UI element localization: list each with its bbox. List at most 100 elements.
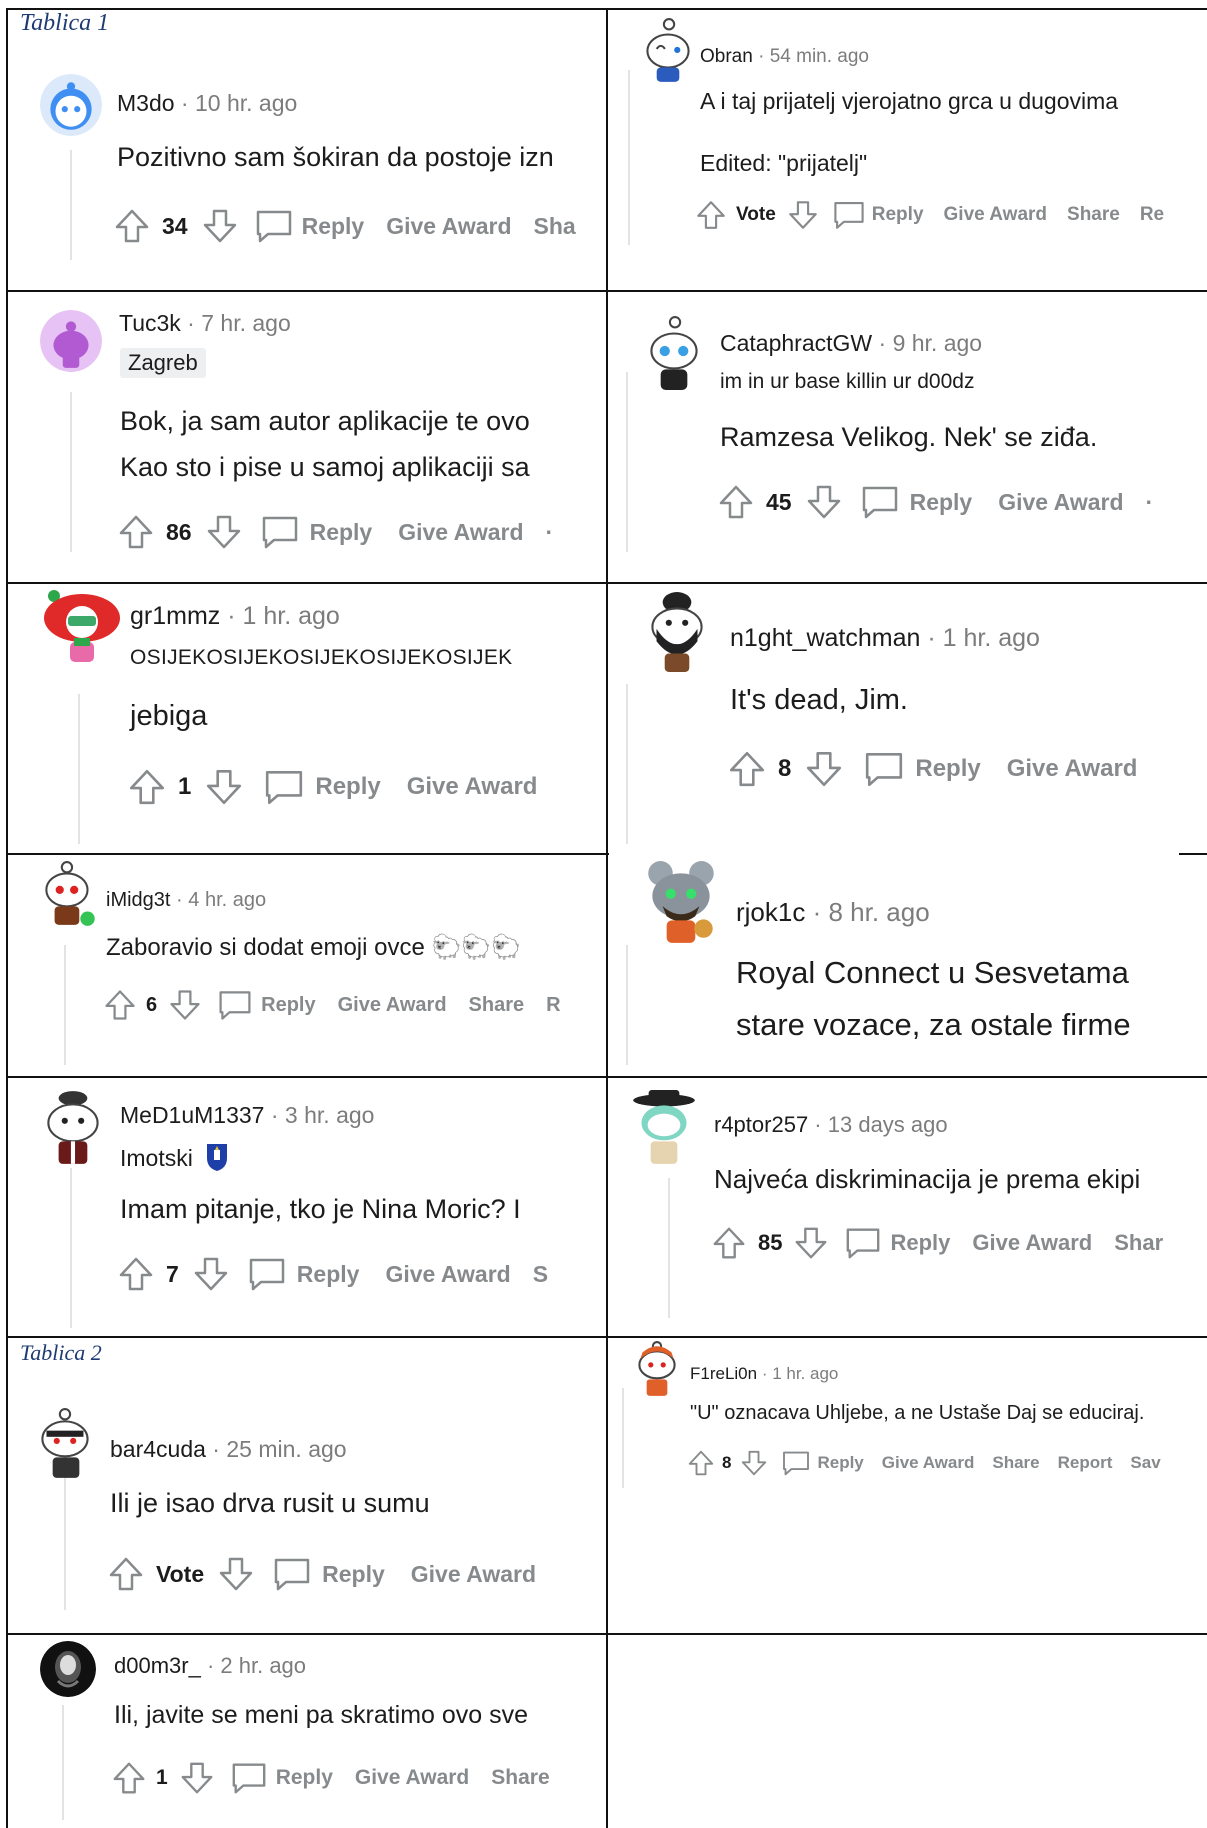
speech-bubble-icon[interactable]: [844, 1224, 882, 1262]
timestamp[interactable]: 1 hr. ago: [243, 602, 340, 630]
avatar[interactable]: [40, 1641, 96, 1697]
username[interactable]: r4ptor257: [714, 1112, 808, 1137]
arrow-up-icon[interactable]: [106, 1554, 146, 1594]
give-award-button[interactable]: Give Award: [386, 213, 511, 240]
give-award-button[interactable]: Give Award: [338, 994, 447, 1017]
avatar[interactable]: [642, 16, 694, 86]
avatar[interactable]: [42, 859, 96, 929]
share-button[interactable]: S: [533, 1261, 548, 1288]
timestamp[interactable]: 7 hr. ago: [201, 310, 291, 336]
arrow-down-icon[interactable]: [178, 1759, 216, 1797]
arrow-up-icon[interactable]: [716, 482, 756, 522]
timestamp[interactable]: 25 min. ago: [226, 1436, 346, 1462]
arrow-down-icon[interactable]: [204, 512, 244, 552]
give-award-button[interactable]: Give Award: [355, 1766, 469, 1790]
share-button[interactable]: Share: [491, 1766, 549, 1790]
reply-button[interactable]: Reply: [915, 755, 980, 783]
arrow-up-icon[interactable]: [110, 1759, 148, 1797]
reply-button[interactable]: Reply: [322, 1561, 385, 1588]
share-button[interactable]: Share: [992, 1453, 1039, 1473]
username[interactable]: bar4cuda: [110, 1436, 206, 1462]
avatar[interactable]: [42, 588, 122, 668]
username[interactable]: iMidg3t: [106, 889, 170, 911]
share-button[interactable]: Shar: [1114, 1230, 1163, 1256]
avatar[interactable]: [644, 859, 720, 947]
username[interactable]: gr1mmz: [130, 602, 220, 630]
speech-bubble-icon[interactable]: [863, 748, 905, 790]
username[interactable]: CataphractGW: [720, 330, 872, 356]
arrow-up-icon[interactable]: [686, 1448, 716, 1478]
username[interactable]: Tuc3k: [119, 310, 181, 336]
give-award-button[interactable]: Give Award: [407, 773, 538, 801]
username[interactable]: F1reLi0n: [690, 1364, 757, 1383]
speech-bubble-icon[interactable]: [860, 482, 900, 522]
arrow-down-icon[interactable]: [216, 1554, 256, 1594]
reply-button[interactable]: Reply: [302, 213, 365, 240]
avatar[interactable]: [634, 1340, 680, 1398]
give-award-button[interactable]: Give Award: [411, 1561, 536, 1588]
give-award-button[interactable]: Give Award: [398, 519, 523, 546]
username[interactable]: n1ght_watchman: [730, 624, 920, 652]
reply-button[interactable]: Reply: [276, 1766, 333, 1790]
timestamp[interactable]: 13 days ago: [828, 1112, 948, 1137]
username[interactable]: M3do: [117, 90, 175, 116]
save-button[interactable]: Sav: [1130, 1453, 1160, 1473]
timestamp[interactable]: 8 hr. ago: [828, 897, 929, 927]
username[interactable]: d00m3r_: [114, 1653, 201, 1678]
speech-bubble-icon[interactable]: [260, 512, 300, 552]
avatar[interactable]: [36, 1406, 96, 1482]
avatar[interactable]: [42, 1088, 106, 1168]
speech-bubble-icon[interactable]: [272, 1554, 312, 1594]
arrow-down-icon[interactable]: [803, 748, 845, 790]
arrow-up-icon[interactable]: [116, 512, 156, 552]
arrow-down-icon[interactable]: [191, 1254, 231, 1294]
speech-bubble-icon[interactable]: [247, 1254, 287, 1294]
arrow-up-icon[interactable]: [710, 1224, 748, 1262]
avatar[interactable]: [40, 74, 102, 136]
arrow-down-icon[interactable]: [200, 206, 240, 246]
more-button[interactable]: ·: [546, 519, 554, 546]
reply-button[interactable]: Reply: [910, 489, 973, 516]
arrow-down-icon[interactable]: [739, 1448, 769, 1478]
timestamp[interactable]: 1 hr. ago: [943, 624, 1040, 652]
arrow-up-icon[interactable]: [126, 766, 168, 808]
arrow-up-icon[interactable]: [102, 987, 138, 1023]
reply-button[interactable]: Reply: [817, 1453, 863, 1473]
arrow-down-icon[interactable]: [786, 198, 820, 232]
arrow-down-icon[interactable]: [203, 766, 245, 808]
arrow-up-icon[interactable]: [694, 198, 728, 232]
give-award-button[interactable]: Give Award: [998, 489, 1123, 516]
timestamp[interactable]: 3 hr. ago: [285, 1102, 375, 1128]
timestamp[interactable]: 4 hr. ago: [188, 889, 266, 911]
share-button[interactable]: Share: [1067, 204, 1120, 226]
reply-button[interactable]: Reply: [310, 519, 373, 546]
timestamp[interactable]: 10 hr. ago: [195, 90, 297, 116]
vote-button[interactable]: Vote: [156, 1561, 204, 1588]
share-button[interactable]: Sha: [534, 213, 576, 240]
speech-bubble-icon[interactable]: [832, 198, 866, 232]
reply-button[interactable]: Reply: [872, 204, 924, 226]
give-award-button[interactable]: Give Award: [385, 1261, 510, 1288]
timestamp[interactable]: 9 hr. ago: [893, 330, 983, 356]
timestamp[interactable]: 54 min. ago: [770, 46, 869, 67]
timestamp[interactable]: 2 hr. ago: [220, 1653, 306, 1678]
reply-button[interactable]: Reply: [315, 773, 380, 801]
give-award-button[interactable]: Give Award: [1007, 755, 1138, 783]
reply-button[interactable]: Reply: [890, 1230, 950, 1256]
speech-bubble-icon[interactable]: [263, 766, 305, 808]
username[interactable]: rjok1c: [736, 897, 805, 927]
reply-button[interactable]: Reply: [297, 1261, 360, 1288]
reply-button[interactable]: Reply: [261, 994, 315, 1017]
speech-bubble-icon[interactable]: [217, 987, 253, 1023]
arrow-up-icon[interactable]: [116, 1254, 156, 1294]
share-button[interactable]: Share: [469, 994, 525, 1017]
avatar[interactable]: [644, 314, 704, 392]
speech-bubble-icon[interactable]: [254, 206, 294, 246]
arrow-up-icon[interactable]: [112, 206, 152, 246]
avatar[interactable]: [40, 310, 102, 372]
speech-bubble-icon[interactable]: [230, 1759, 268, 1797]
give-award-button[interactable]: Give Award: [882, 1453, 975, 1473]
report-button[interactable]: R: [546, 994, 560, 1017]
avatar[interactable]: [632, 1088, 696, 1168]
username[interactable]: Obran: [700, 46, 753, 67]
